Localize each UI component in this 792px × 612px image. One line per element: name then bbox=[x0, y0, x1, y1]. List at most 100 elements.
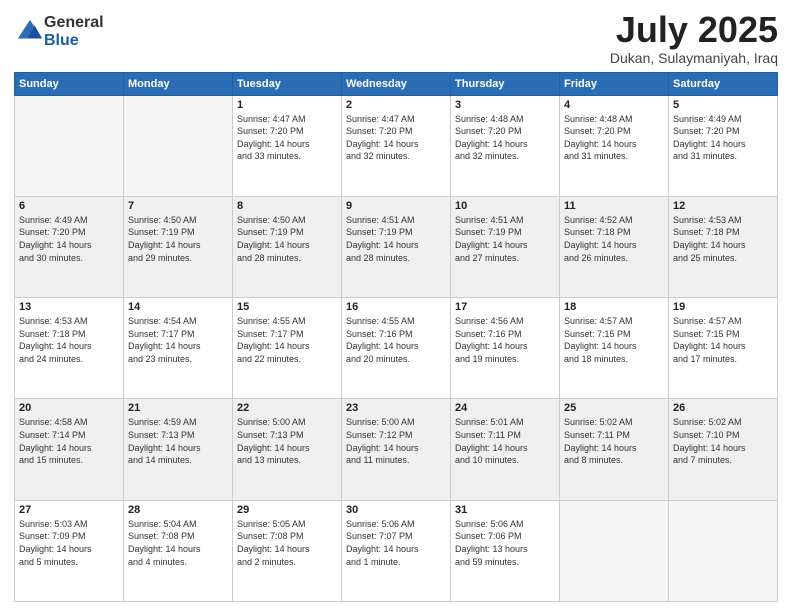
day-info: Sunrise: 4:49 AM Sunset: 7:20 PM Dayligh… bbox=[673, 113, 773, 163]
table-row: 3 Sunrise: 4:48 AM Sunset: 7:20 PM Daylig… bbox=[451, 95, 560, 196]
header-saturday: Saturday bbox=[669, 72, 778, 95]
day-info: Sunrise: 4:47 AM Sunset: 7:20 PM Dayligh… bbox=[346, 113, 446, 163]
calendar-week-row: 1 Sunrise: 4:47 AM Sunset: 7:20 PM Daylig… bbox=[15, 95, 778, 196]
table-row: 25 Sunrise: 5:02 AM Sunset: 7:11 PM Dayli… bbox=[560, 399, 669, 500]
table-row: 8 Sunrise: 4:50 AM Sunset: 7:19 PM Daylig… bbox=[233, 196, 342, 297]
table-row: 17 Sunrise: 4:56 AM Sunset: 7:16 PM Dayli… bbox=[451, 298, 560, 399]
day-info: Sunrise: 4:50 AM Sunset: 7:19 PM Dayligh… bbox=[128, 214, 228, 264]
table-row: 16 Sunrise: 4:55 AM Sunset: 7:16 PM Dayli… bbox=[342, 298, 451, 399]
day-number: 5 bbox=[673, 99, 773, 111]
day-info: Sunrise: 4:51 AM Sunset: 7:19 PM Dayligh… bbox=[455, 214, 555, 264]
day-number: 2 bbox=[346, 99, 446, 111]
table-row: 1 Sunrise: 4:47 AM Sunset: 7:20 PM Daylig… bbox=[233, 95, 342, 196]
day-info: Sunrise: 5:00 AM Sunset: 7:12 PM Dayligh… bbox=[346, 416, 446, 466]
table-row: 27 Sunrise: 5:03 AM Sunset: 7:09 PM Dayli… bbox=[15, 500, 124, 601]
day-number: 24 bbox=[455, 402, 555, 414]
table-row: 9 Sunrise: 4:51 AM Sunset: 7:19 PM Daylig… bbox=[342, 196, 451, 297]
day-number: 9 bbox=[346, 200, 446, 212]
table-row: 21Sunrise: 4:59 AM Sunset: 7:13 PM Dayli… bbox=[124, 399, 233, 500]
table-row: 18 Sunrise: 4:57 AM Sunset: 7:15 PM Dayli… bbox=[560, 298, 669, 399]
table-row bbox=[560, 500, 669, 601]
day-info: Sunrise: 4:53 AM Sunset: 7:18 PM Dayligh… bbox=[19, 315, 119, 365]
table-row: 13Sunrise: 4:53 AM Sunset: 7:18 PM Dayli… bbox=[15, 298, 124, 399]
day-number: 22 bbox=[237, 402, 337, 414]
day-info: Sunrise: 5:04 AM Sunset: 7:08 PM Dayligh… bbox=[128, 518, 228, 568]
day-number: 25 bbox=[564, 402, 664, 414]
month-title: July 2025 bbox=[610, 10, 778, 50]
day-info: Sunrise: 4:47 AM Sunset: 7:20 PM Dayligh… bbox=[237, 113, 337, 163]
day-number: 16 bbox=[346, 301, 446, 313]
day-number: 8 bbox=[237, 200, 337, 212]
day-info: Sunrise: 4:57 AM Sunset: 7:15 PM Dayligh… bbox=[564, 315, 664, 365]
table-row bbox=[669, 500, 778, 601]
day-number: 7 bbox=[128, 200, 228, 212]
location-title: Dukan, Sulaymaniyah, Iraq bbox=[610, 50, 778, 66]
day-number: 3 bbox=[455, 99, 555, 111]
day-info: Sunrise: 4:53 AM Sunset: 7:18 PM Dayligh… bbox=[673, 214, 773, 264]
header-thursday: Thursday bbox=[451, 72, 560, 95]
day-number: 6 bbox=[19, 200, 119, 212]
title-block: July 2025 Dukan, Sulaymaniyah, Iraq bbox=[610, 10, 778, 66]
day-number: 17 bbox=[455, 301, 555, 313]
table-row: 23 Sunrise: 5:00 AM Sunset: 7:12 PM Dayli… bbox=[342, 399, 451, 500]
day-number: 26 bbox=[673, 402, 773, 414]
day-number: 23 bbox=[346, 402, 446, 414]
table-row: 14Sunrise: 4:54 AM Sunset: 7:17 PM Dayli… bbox=[124, 298, 233, 399]
day-info: Sunrise: 4:52 AM Sunset: 7:18 PM Dayligh… bbox=[564, 214, 664, 264]
logo: General Blue bbox=[14, 14, 104, 49]
day-number: 28 bbox=[128, 504, 228, 516]
day-info: Sunrise: 5:02 AM Sunset: 7:10 PM Dayligh… bbox=[673, 416, 773, 466]
page: General Blue July 2025 Dukan, Sulaymaniy… bbox=[0, 0, 792, 612]
day-number: 14 bbox=[128, 301, 228, 313]
table-row: 6Sunrise: 4:49 AM Sunset: 7:20 PM Daylig… bbox=[15, 196, 124, 297]
table-row: 22 Sunrise: 5:00 AM Sunset: 7:13 PM Dayli… bbox=[233, 399, 342, 500]
day-info: Sunrise: 4:55 AM Sunset: 7:17 PM Dayligh… bbox=[237, 315, 337, 365]
day-info: Sunrise: 5:00 AM Sunset: 7:13 PM Dayligh… bbox=[237, 416, 337, 466]
day-number: 20 bbox=[19, 402, 119, 414]
day-info: Sunrise: 4:57 AM Sunset: 7:15 PM Dayligh… bbox=[673, 315, 773, 365]
table-row: 30 Sunrise: 5:06 AM Sunset: 7:07 PM Dayli… bbox=[342, 500, 451, 601]
logo-icon bbox=[16, 18, 44, 46]
table-row: 11 Sunrise: 4:52 AM Sunset: 7:18 PM Dayli… bbox=[560, 196, 669, 297]
calendar-week-row: 20 Sunrise: 4:58 AM Sunset: 7:14 PM Dayli… bbox=[15, 399, 778, 500]
header-friday: Friday bbox=[560, 72, 669, 95]
calendar-week-row: 13Sunrise: 4:53 AM Sunset: 7:18 PM Dayli… bbox=[15, 298, 778, 399]
calendar-week-row: 6Sunrise: 4:49 AM Sunset: 7:20 PM Daylig… bbox=[15, 196, 778, 297]
header-monday: Monday bbox=[124, 72, 233, 95]
header: General Blue July 2025 Dukan, Sulaymaniy… bbox=[14, 10, 778, 66]
day-number: 30 bbox=[346, 504, 446, 516]
day-info: Sunrise: 5:02 AM Sunset: 7:11 PM Dayligh… bbox=[564, 416, 664, 466]
day-info: Sunrise: 4:55 AM Sunset: 7:16 PM Dayligh… bbox=[346, 315, 446, 365]
day-number: 4 bbox=[564, 99, 664, 111]
day-number: 18 bbox=[564, 301, 664, 313]
day-info: Sunrise: 4:58 AM Sunset: 7:14 PM Dayligh… bbox=[19, 416, 119, 466]
day-number: 12 bbox=[673, 200, 773, 212]
logo-text: General Blue bbox=[44, 14, 104, 49]
calendar-header-row: Sunday Monday Tuesday Wednesday Thursday… bbox=[15, 72, 778, 95]
day-info: Sunrise: 5:01 AM Sunset: 7:11 PM Dayligh… bbox=[455, 416, 555, 466]
day-info: Sunrise: 5:03 AM Sunset: 7:09 PM Dayligh… bbox=[19, 518, 119, 568]
table-row: 29Sunrise: 5:05 AM Sunset: 7:08 PM Dayli… bbox=[233, 500, 342, 601]
day-info: Sunrise: 5:06 AM Sunset: 7:06 PM Dayligh… bbox=[455, 518, 555, 568]
day-number: 1 bbox=[237, 99, 337, 111]
logo-blue: Blue bbox=[44, 32, 104, 50]
calendar-table: Sunday Monday Tuesday Wednesday Thursday… bbox=[14, 72, 778, 602]
table-row: 20 Sunrise: 4:58 AM Sunset: 7:14 PM Dayli… bbox=[15, 399, 124, 500]
day-info: Sunrise: 5:05 AM Sunset: 7:08 PM Dayligh… bbox=[237, 518, 337, 568]
day-info: Sunrise: 4:48 AM Sunset: 7:20 PM Dayligh… bbox=[455, 113, 555, 163]
day-info: Sunrise: 4:59 AM Sunset: 7:13 PM Dayligh… bbox=[128, 416, 228, 466]
day-number: 27 bbox=[19, 504, 119, 516]
day-number: 11 bbox=[564, 200, 664, 212]
day-number: 15 bbox=[237, 301, 337, 313]
table-row: 28 Sunrise: 5:04 AM Sunset: 7:08 PM Dayli… bbox=[124, 500, 233, 601]
day-info: Sunrise: 4:50 AM Sunset: 7:19 PM Dayligh… bbox=[237, 214, 337, 264]
table-row: 12 Sunrise: 4:53 AM Sunset: 7:18 PM Dayli… bbox=[669, 196, 778, 297]
table-row: 15 Sunrise: 4:55 AM Sunset: 7:17 PM Dayli… bbox=[233, 298, 342, 399]
day-info: Sunrise: 4:56 AM Sunset: 7:16 PM Dayligh… bbox=[455, 315, 555, 365]
day-info: Sunrise: 5:06 AM Sunset: 7:07 PM Dayligh… bbox=[346, 518, 446, 568]
header-wednesday: Wednesday bbox=[342, 72, 451, 95]
day-number: 19 bbox=[673, 301, 773, 313]
day-info: Sunrise: 4:51 AM Sunset: 7:19 PM Dayligh… bbox=[346, 214, 446, 264]
header-sunday: Sunday bbox=[15, 72, 124, 95]
table-row: 5 Sunrise: 4:49 AM Sunset: 7:20 PM Daylig… bbox=[669, 95, 778, 196]
